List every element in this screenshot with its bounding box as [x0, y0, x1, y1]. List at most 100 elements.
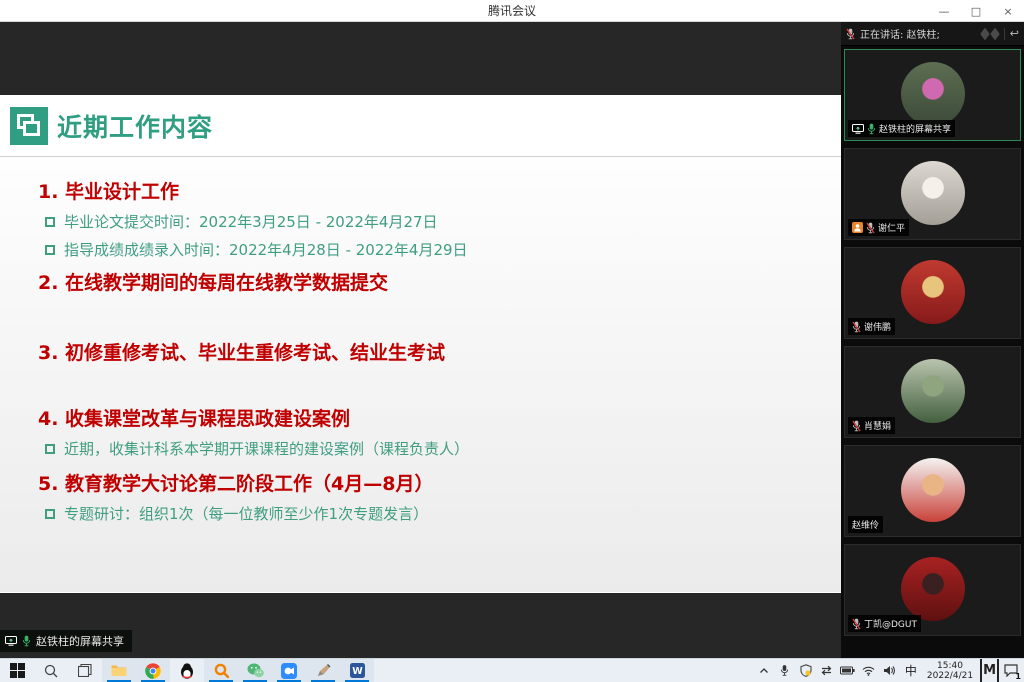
share-pill-label: 赵铁柱的屏幕共享 — [36, 633, 124, 649]
participant-tile[interactable]: 赵铁柱的屏幕共享 — [844, 49, 1021, 141]
slide-logo-icon — [10, 107, 48, 145]
window-titlebar: 腾讯会议 — □ × — [0, 0, 1024, 22]
restore-button[interactable]: □ — [960, 0, 992, 22]
window-title: 腾讯会议 — [0, 2, 1024, 19]
notification-badge: 1 — [1015, 672, 1021, 681]
participant-tile[interactable]: 丁凯@DGUT — [844, 544, 1021, 636]
slide-header: 近期工作内容 — [0, 95, 841, 157]
screen-share-pill[interactable]: 赵铁柱的屏幕共享 — [0, 630, 132, 652]
pen-tool-taskbar-icon[interactable] — [306, 659, 340, 682]
microphone-icon[interactable] — [776, 659, 794, 682]
square-bullet-icon — [45, 444, 55, 454]
ime-indicator[interactable]: 中 — [902, 659, 920, 682]
presentation-slide: 近期工作内容 1. 毕业设计工作毕业论文提交时间：2022年3月25日 - 20… — [0, 95, 841, 593]
avatar — [901, 458, 965, 522]
participant-name: 赵铁柱的屏幕共享 — [879, 122, 951, 135]
bullet-text: 毕业论文提交时间：2022年3月25日 - 2022年4月27日 — [64, 208, 438, 236]
wechat-taskbar-icon[interactable] — [238, 659, 272, 682]
speaking-label: 正在讲话: 赵铁柱; — [860, 26, 976, 41]
square-bullet-icon — [45, 509, 55, 519]
taskbar-apps: W — [0, 659, 374, 682]
minimize-button[interactable]: — — [928, 0, 960, 22]
close-button[interactable]: × — [992, 0, 1024, 22]
chevron-up-icon[interactable] — [755, 659, 773, 682]
participant-name-label: 谢仁平 — [848, 219, 909, 236]
item-heading: 2. 在线教学期间的每周在线教学数据提交 — [38, 270, 821, 296]
slide-title: 近期工作内容 — [57, 108, 213, 144]
participant-name-label: 肖慧娟 — [848, 417, 895, 434]
tencent-meeting-taskbar-icon[interactable] — [272, 659, 306, 682]
slide-items: 1. 毕业设计工作毕业论文提交时间：2022年3月25日 - 2022年4月27… — [38, 179, 821, 528]
mic-on-icon — [22, 635, 31, 647]
item-heading: 3. 初修重修考试、毕业生重修考试、结业生考试 — [38, 340, 821, 366]
participant-tile[interactable]: 谢仁平 — [844, 148, 1021, 240]
bullet-row: 毕业论文提交时间：2022年3月25日 - 2022年4月27日 — [38, 208, 821, 236]
speaking-status-bar: 正在讲话: 赵铁柱; ↩ — [841, 22, 1024, 46]
window-controls: — □ × — [928, 0, 1024, 22]
participant-name: 肖慧娟 — [864, 419, 891, 432]
mic-muted-icon — [852, 420, 861, 432]
tencent-meeting-window: 腾讯会议 — □ × 近期工作内容 1. 毕业设计工作毕业论文提交时间：2022… — [0, 0, 1024, 682]
participant-name-label: 赵维伶 — [848, 516, 883, 533]
bullet-text: 专题研讨：组织1次（每一位教师至少作1次专题发言） — [64, 500, 428, 528]
participant-name: 谢仁平 — [878, 221, 905, 234]
separator — [1004, 28, 1005, 40]
screen-share-stage: 近期工作内容 1. 毕业设计工作毕业论文提交时间：2022年3月25日 - 20… — [0, 22, 841, 658]
search-taskbar-icon[interactable] — [34, 659, 68, 682]
mic-muted-icon — [846, 28, 855, 40]
bullet-row: 专题研讨：组织1次（每一位教师至少作1次专题发言） — [38, 500, 821, 528]
chrome-taskbar-icon[interactable] — [136, 659, 170, 682]
person-icon — [852, 222, 863, 233]
sync-arrows-icon[interactable] — [818, 659, 836, 682]
slide-item: 4. 收集课堂改革与课程思政建设案例近期，收集计科系本学期开课课程的建设案例（课… — [38, 406, 821, 463]
clock-date: 2022/4/21 — [927, 671, 973, 681]
participants-sidebar: 正在讲话: 赵铁柱; ↩ 赵铁柱的屏幕共享谢仁平谢伟鹏肖慧娟赵维伶丁凯@DGUT — [841, 22, 1024, 658]
battery-icon[interactable] — [839, 659, 857, 682]
meeting-main-area: 近期工作内容 1. 毕业设计工作毕业论文提交时间：2022年3月25日 - 20… — [0, 22, 1024, 658]
slide-item: 2. 在线教学期间的每周在线教学数据提交 — [38, 270, 821, 296]
file-explorer-taskbar-icon[interactable] — [102, 659, 136, 682]
volume-icon[interactable] — [881, 659, 899, 682]
participant-tile[interactable]: 肖慧娟 — [844, 346, 1021, 438]
orange-search-taskbar-icon[interactable] — [204, 659, 238, 682]
item-heading: 4. 收集课堂改革与课程思政建设案例 — [38, 406, 821, 432]
participant-name: 丁凯@DGUT — [864, 617, 917, 630]
mic-on-icon — [867, 123, 876, 135]
item-heading: 1. 毕业设计工作 — [38, 179, 821, 205]
taskbar-clock[interactable]: 15:40 2022/4/21 — [923, 659, 977, 682]
windows-taskbar: W 中 15:40 2022/4/21 M 1 — [0, 658, 1024, 682]
bullet-row: 近期，收集计科系本学期开课课程的建设案例（课程负责人） — [38, 435, 821, 463]
collapse-sidebar-icon[interactable]: ↩ — [1010, 27, 1019, 40]
mic-muted-icon — [852, 618, 861, 630]
meeting-logo-icon — [981, 30, 999, 38]
wifi-icon[interactable] — [860, 659, 878, 682]
participant-name: 谢伟鹏 — [864, 320, 891, 333]
item-heading: 5. 教育教学大讨论第二阶段工作（4月—8月） — [38, 471, 821, 497]
mic-muted-icon — [852, 321, 861, 333]
word-taskbar-icon[interactable]: W — [340, 659, 374, 682]
qq-taskbar-icon[interactable] — [170, 659, 204, 682]
participant-name-label: 赵铁柱的屏幕共享 — [848, 120, 955, 137]
security-shield-icon[interactable] — [797, 659, 815, 682]
square-bullet-icon — [45, 245, 55, 255]
avatar — [901, 161, 965, 225]
task-view-taskbar-icon[interactable] — [68, 659, 102, 682]
participant-tiles: 赵铁柱的屏幕共享谢仁平谢伟鹏肖慧娟赵维伶丁凯@DGUT — [841, 46, 1024, 646]
participant-name-label: 丁凯@DGUT — [848, 615, 921, 632]
screen-share-icon — [5, 636, 17, 646]
taskbar-spacer — [374, 659, 755, 682]
slide-item: 5. 教育教学大讨论第二阶段工作（4月—8月） 专题研讨：组织1次（每一位教师至少… — [38, 471, 821, 528]
avatar — [901, 62, 965, 126]
participant-tile[interactable]: 赵维伶 — [844, 445, 1021, 537]
start-taskbar-icon[interactable] — [0, 659, 34, 682]
svg-text:W: W — [352, 666, 363, 677]
participant-name: 赵维伶 — [852, 518, 879, 531]
action-center-icon[interactable]: 1 — [1002, 659, 1020, 682]
avatar — [901, 557, 965, 621]
avatar — [901, 359, 965, 423]
participant-tile[interactable]: 谢伟鹏 — [844, 247, 1021, 339]
m-logo-icon[interactable]: M — [980, 659, 999, 682]
square-bullet-icon — [45, 217, 55, 227]
participant-name-label: 谢伟鹏 — [848, 318, 895, 335]
bullet-text: 指导成绩成绩录入时间：2022年4月28日 - 2022年4月29日 — [64, 236, 468, 264]
